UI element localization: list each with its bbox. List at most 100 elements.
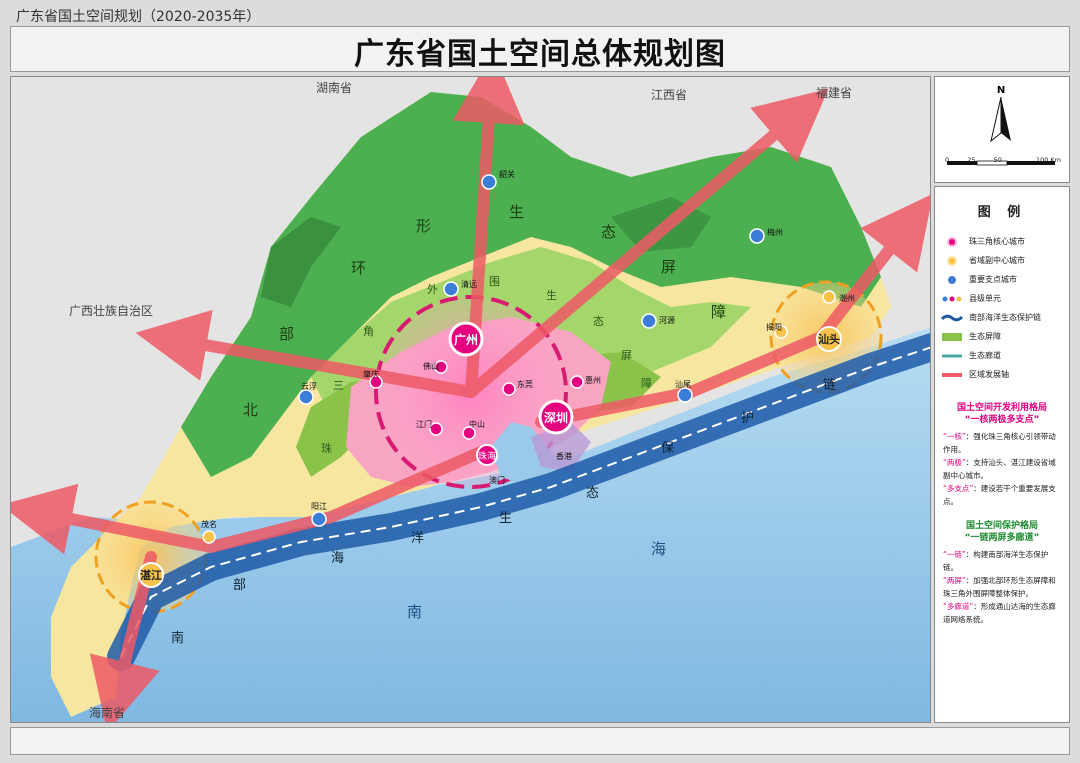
- dev-pattern-subtitle: “一核两极多支点”: [964, 415, 1040, 425]
- svg-text:洋: 洋: [411, 531, 424, 546]
- legend-item-sea-chain: 南部海洋生态保护链: [941, 308, 1069, 327]
- legend-item-eco-barrier: 生态屏障: [941, 327, 1069, 346]
- legend-label: 珠三角核心城市: [969, 237, 1025, 246]
- protect-pattern-line: “一链”：构建南部海洋生态保护链。: [943, 550, 1049, 572]
- legend-label: 县级单元: [969, 294, 1001, 303]
- svg-text:汕头: 汕头: [818, 332, 840, 346]
- svg-text:链: 链: [823, 378, 836, 393]
- protect-pattern-subtitle: “一链两屏多廊道”: [964, 533, 1040, 543]
- dev-pattern-line: “两极”：支持汕头、湛江建设省域副中心城市。: [943, 458, 1056, 480]
- map-frame: 广东省国土空间规划（2020-2035年） 广东省国土空间总体规划图 广州 深圳…: [0, 0, 1080, 763]
- svg-text:部: 部: [233, 578, 246, 593]
- svg-text:保: 保: [661, 441, 674, 456]
- svg-text:江门: 江门: [416, 419, 432, 429]
- svg-text:态: 态: [586, 486, 599, 501]
- label-macau: 澳门: [489, 475, 505, 485]
- svg-text:韶关: 韶关: [499, 169, 515, 179]
- svg-text:汕尾: 汕尾: [675, 379, 691, 389]
- svg-text:外: 外: [427, 283, 438, 296]
- svg-text:清远: 清远: [461, 279, 477, 289]
- legend-item-eco-corridor: 生态廊道: [941, 346, 1069, 365]
- svg-text:部: 部: [279, 325, 294, 343]
- legend-label: 重要支点城市: [969, 275, 1017, 284]
- svg-text:三: 三: [333, 379, 344, 392]
- core-city-icon: [941, 236, 963, 248]
- label-hunan: 湖南省: [316, 80, 352, 95]
- bottom-bar: [10, 727, 1070, 755]
- legend-label: 生态屏障: [969, 332, 1001, 341]
- map-panel[interactable]: 广州 深圳 汕头 湛江 韶关 清远 肇庆 佛山 东莞 惠州 河源 梅州 汕尾 云…: [10, 76, 931, 723]
- eco-corridor-icon: [941, 350, 963, 362]
- svg-text:形: 形: [416, 217, 431, 235]
- protect-pattern-section: 国土空间保护格局 “一链两屏多廊道” “一链”：构建南部海洋生态保护链。 “两屏…: [935, 520, 1069, 626]
- vice-center-zhanjiang[interactable]: 湛江: [138, 562, 164, 588]
- legend-list: 珠三角核心城市 省域副中心城市 重要支点城市 县级单元 南部海洋生态保护链 生态…: [941, 232, 1069, 384]
- svg-text:云浮: 云浮: [301, 381, 317, 391]
- label-jiangxi: 江西省: [651, 88, 687, 102]
- svg-text:屏: 屏: [621, 349, 632, 362]
- svg-text:态: 态: [601, 223, 616, 241]
- county-unit-icon: [941, 293, 963, 305]
- map-title: 广东省国土空间总体规划图: [354, 37, 726, 72]
- svg-text:阳江: 阳江: [311, 502, 327, 511]
- svg-text:茂名: 茂名: [201, 519, 217, 529]
- legend-label: 南部海洋生态保护链: [969, 313, 1041, 322]
- title-bar: 广东省国土空间总体规划图: [10, 26, 1070, 72]
- svg-text:河源: 河源: [659, 315, 675, 325]
- legend-item-core-city: 珠三角核心城市: [941, 232, 1069, 251]
- vice-center-icon: [941, 255, 963, 267]
- protect-pattern-title: 国土空间保护格局: [965, 521, 1038, 531]
- label-hainan: 海南省: [89, 705, 125, 720]
- protect-pattern-line: “两屏”：加强北部环形生态屏障和珠三角外围屏障整体保护。: [943, 576, 1056, 598]
- scale-tick: 100 Km: [1035, 156, 1062, 164]
- svg-text:生: 生: [509, 203, 524, 221]
- svg-text:佛山: 佛山: [423, 361, 439, 371]
- dev-pattern-title: 国土空间开发利用格局: [956, 403, 1047, 413]
- development-axis-icon: [941, 369, 963, 381]
- svg-text:东莞: 东莞: [517, 379, 533, 389]
- scale-tick: 50: [993, 156, 1002, 164]
- svg-text:珠: 珠: [321, 441, 332, 455]
- legend-label: 省域副中心城市: [969, 256, 1025, 265]
- node-city-icon: [941, 274, 963, 286]
- svg-text:广州: 广州: [454, 332, 478, 347]
- svg-text:态: 态: [593, 315, 604, 328]
- legend-item-node-city: 重要支点城市: [941, 270, 1069, 289]
- svg-text:障: 障: [711, 303, 726, 321]
- svg-text:梅州: 梅州: [767, 227, 783, 237]
- label-guangxi: 广西壮族自治区: [69, 304, 153, 318]
- legend-title: 图 例: [977, 205, 1027, 220]
- node-city-zhuhai[interactable]: 珠海: [476, 444, 498, 466]
- svg-text:南: 南: [171, 630, 184, 646]
- legend-panel: 图 例 珠三角核心城市 省域副中心城市 重要支点城市 县级单元 南部海洋生态保护…: [934, 186, 1070, 723]
- svg-text:珠海: 珠海: [478, 450, 496, 462]
- eco-barrier-icon: [941, 331, 963, 343]
- legend-item-vice-center: 省域副中心城市: [941, 251, 1069, 270]
- svg-text:深圳: 深圳: [544, 410, 568, 425]
- node-city-yangjiang[interactable]: 阳江: [311, 502, 327, 527]
- dev-pattern-body: “一核”：强化珠三角核心引领带动作用。 “两极”：支持汕头、湛江建设省域副中心城…: [943, 430, 1063, 508]
- dev-pattern-section: 国土空间开发利用格局 “一核两极多支点” “一核”：强化珠三角核心引领带动作用。…: [935, 402, 1069, 508]
- core-city-shenzhen[interactable]: 深圳: [538, 399, 574, 435]
- vice-center-shantou[interactable]: 汕头: [816, 326, 842, 352]
- protect-pattern-body: “一链”：构建南部海洋生态保护链。 “两屏”：加强北部环形生态屏障和珠三角外围屏…: [943, 548, 1063, 626]
- svg-text:屏: 屏: [661, 258, 676, 276]
- svg-text:潮州: 潮州: [839, 293, 855, 303]
- svg-text:南: 南: [407, 603, 422, 621]
- svg-text:海: 海: [651, 540, 666, 558]
- label-fujian: 福建省: [816, 85, 852, 100]
- label-hongkong: 香港: [556, 451, 572, 461]
- scale-ticks: 0 25 50 100 Km: [945, 156, 1061, 164]
- map-svg: 广州 深圳 汕头 湛江 韶关 清远 肇庆 佛山 东莞 惠州 河源 梅州 汕尾 云…: [11, 77, 930, 722]
- svg-text:环: 环: [351, 259, 366, 277]
- core-city-guangzhou[interactable]: 广州: [448, 321, 484, 357]
- svg-text:障: 障: [641, 376, 652, 390]
- legend-item-dev-axis: 区域发展轴: [941, 365, 1069, 384]
- svg-text:中山: 中山: [469, 419, 485, 429]
- north-label: N: [997, 85, 1005, 96]
- svg-text:惠州: 惠州: [585, 375, 601, 385]
- svg-text:北: 北: [243, 401, 258, 419]
- svg-text:揭阳: 揭阳: [766, 322, 782, 332]
- legend-label: 生态廊道: [969, 351, 1001, 360]
- svg-text:角: 角: [363, 325, 374, 338]
